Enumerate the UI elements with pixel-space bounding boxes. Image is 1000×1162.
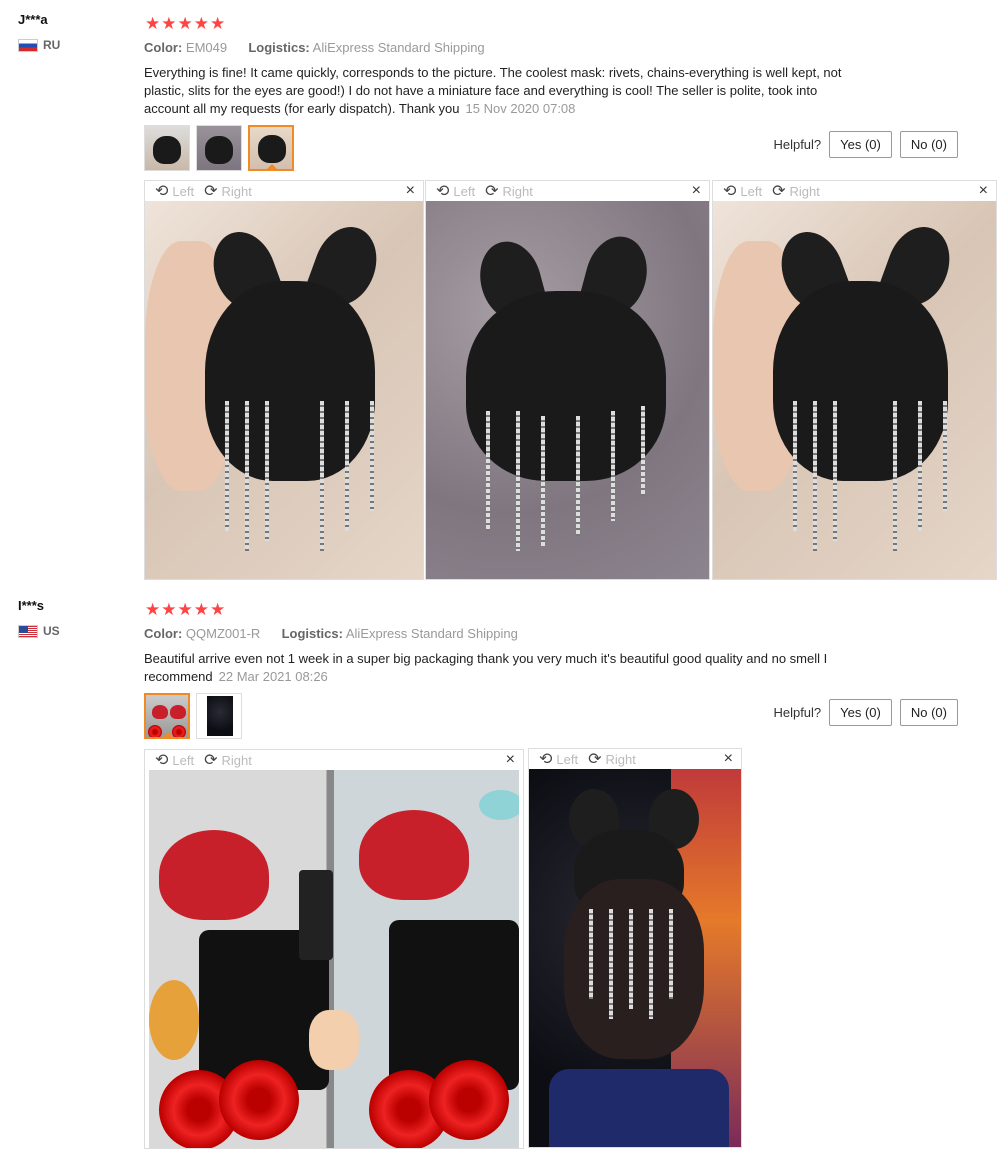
rotate-right-icon: ⟳ [204,183,218,200]
helpful-section: Helpful? Yes (0) No (0) [773,699,958,726]
close-icon[interactable]: × [692,182,701,200]
thumbnail-strip [144,125,294,171]
helpful-yes-button[interactable]: Yes (0) [829,131,892,158]
rotate-right-label: Right [789,183,820,199]
review-meta: Color: QQMZ001-R Logistics: AliExpress S… [144,626,518,641]
review-text: Everything is fine! It came quickly, cor… [144,64,864,118]
rotate-left-label: Left [172,752,195,768]
rotate-left-label: Left [453,183,476,199]
rotate-right-label: Right [502,183,533,199]
close-icon[interactable]: × [506,751,515,769]
rotate-left-label: Left [556,751,579,767]
helpful-label: Helpful? [773,137,822,152]
star-rating: ★★★★★ [145,600,227,619]
rotate-left-button[interactable]: ⟲ Left [155,181,194,201]
logistics-value: AliExpress Standard Shipping [312,40,485,55]
review-photo[interactable] [529,769,741,1147]
review-photo[interactable] [145,201,423,579]
logistics-label: Logistics: [281,626,343,641]
logistics-label: Logistics: [248,40,310,55]
review-item: I***s US ★★★★★ Color: QQMZ001-R Logistic… [0,598,1000,1158]
review-photo[interactable] [149,770,519,1148]
review-date: 22 Mar 2021 08:26 [218,669,328,684]
rotate-left-icon: ⟲ [723,183,737,200]
rotate-left-button[interactable]: ⟲ Left [436,181,475,201]
viewer-toolbar: ⟲ Left ⟳ Right × [145,750,523,770]
viewer-toolbar: ⟲ Left ⟳ Right × [529,749,741,769]
helpful-no-button[interactable]: No (0) [899,699,958,726]
rotate-right-button[interactable]: ⟳ Right [204,750,252,770]
helpful-label: Helpful? [773,705,822,720]
rotate-left-button[interactable]: ⟲ Left [155,750,194,770]
review-text: Beautiful arrive even not 1 week in a su… [144,650,864,686]
image-viewer: ⟲ Left ⟳ Right × [144,180,424,580]
review-thumbnail-active[interactable] [144,693,190,739]
image-viewer: ⟲ Left ⟳ Right × [144,749,524,1149]
viewer-toolbar: ⟲ Left ⟳ Right × [426,181,709,201]
rotate-right-button[interactable]: ⟳ Right [588,749,636,769]
rotate-left-icon: ⟲ [539,751,553,768]
thumbnail-strip [144,693,242,739]
helpful-yes-button[interactable]: Yes (0) [829,699,892,726]
country-code: RU [43,38,61,52]
flag-us-icon [18,624,38,638]
rotate-left-button[interactable]: ⟲ Left [539,749,578,769]
flag-ru-icon [18,38,38,52]
review-thumbnail-active[interactable] [248,125,294,171]
rotate-right-label: Right [221,183,252,199]
star-rating: ★★★★★ [145,14,227,33]
rotate-right-button[interactable]: ⟳ Right [204,181,252,201]
rotate-right-icon: ⟳ [204,752,218,769]
rotate-left-icon: ⟲ [436,183,450,200]
rotate-right-label: Right [605,751,636,767]
logistics-value: AliExpress Standard Shipping [345,626,518,641]
color-label: Color: [144,626,183,641]
rotate-right-label: Right [221,752,252,768]
close-icon[interactable]: × [979,182,988,200]
rotate-right-button[interactable]: ⟳ Right [772,181,820,201]
rotate-right-icon: ⟳ [485,183,499,200]
reviewer-country: RU [18,38,60,52]
close-icon[interactable]: × [406,182,415,200]
reviewer-country: US [18,624,60,638]
color-value: EM049 [185,40,228,55]
reviewer-name: J***a [18,12,48,27]
color-label: Color: [144,40,183,55]
rotate-left-label: Left [172,183,195,199]
review-thumbnail[interactable] [196,125,242,171]
rotate-left-label: Left [740,183,763,199]
image-viewer: ⟲ Left ⟳ Right × [528,748,742,1148]
viewer-toolbar: ⟲ Left ⟳ Right × [713,181,996,201]
rotate-right-button[interactable]: ⟳ Right [485,181,533,201]
rotate-left-icon: ⟲ [155,183,169,200]
image-viewer: ⟲ Left ⟳ Right × [425,180,710,580]
review-photo[interactable] [713,201,996,579]
helpful-section: Helpful? Yes (0) No (0) [773,131,958,158]
rotate-left-button[interactable]: ⟲ Left [723,181,762,201]
helpful-no-button[interactable]: No (0) [899,131,958,158]
rotate-right-icon: ⟳ [772,183,786,200]
image-viewer: ⟲ Left ⟳ Right × [712,180,997,580]
review-meta: Color: EM049 Logistics: AliExpress Stand… [144,40,485,55]
review-date: 15 Nov 2020 07:08 [465,101,576,116]
rotate-left-icon: ⟲ [155,752,169,769]
review-thumbnail[interactable] [196,693,242,739]
viewer-toolbar: ⟲ Left ⟳ Right × [145,181,423,201]
close-icon[interactable]: × [724,750,733,768]
color-value: QQMZ001-R [185,626,261,641]
review-thumbnail[interactable] [144,125,190,171]
review-photo[interactable] [426,201,709,579]
rotate-right-icon: ⟳ [588,751,602,768]
country-code: US [43,624,60,638]
reviewer-name: I***s [18,598,45,613]
review-item: J***a RU ★★★★★ Color: EM049 Logistics: A… [0,12,1000,587]
